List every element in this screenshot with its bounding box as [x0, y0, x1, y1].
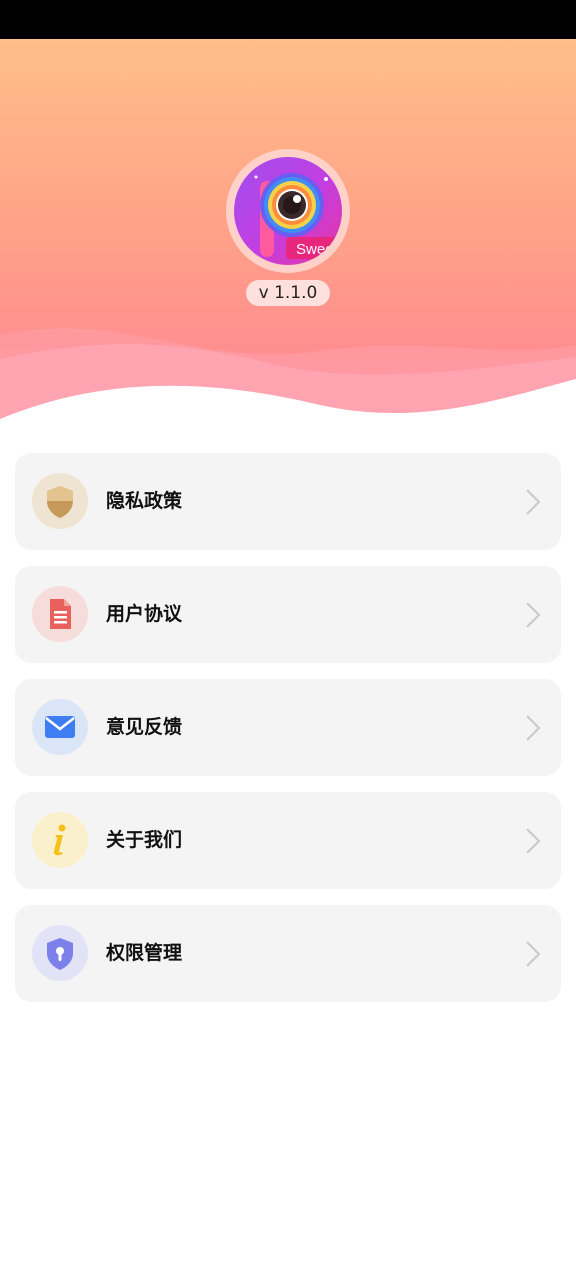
lock-shield-icon	[47, 938, 73, 970]
feedback-icon-wrap	[32, 699, 88, 755]
status-bar	[0, 0, 576, 39]
agreement-icon-wrap	[32, 586, 88, 642]
header-banner: Swee v 1.1.0	[0, 39, 576, 424]
menu-item-permission-management[interactable]: 权限管理	[15, 905, 561, 1002]
permission-icon-wrap	[32, 925, 88, 981]
chevron-right-icon	[526, 828, 541, 854]
chevron-right-icon	[526, 715, 541, 741]
settings-menu: 隐私政策 用户协议 意见反馈 关于我们 权限管理	[15, 453, 561, 1018]
app-logo-ring: Swee	[226, 149, 350, 273]
menu-item-label: 权限管理	[106, 942, 183, 964]
menu-item-label: 用户协议	[106, 603, 183, 625]
menu-item-user-agreement[interactable]: 用户协议	[15, 566, 561, 663]
menu-item-about-us[interactable]: 关于我们	[15, 792, 561, 889]
info-icon	[53, 824, 66, 856]
menu-item-label: 意见反馈	[106, 716, 183, 738]
document-icon	[50, 599, 71, 629]
menu-item-label: 隐私政策	[106, 490, 183, 512]
chevron-right-icon	[526, 941, 541, 967]
mail-icon	[45, 716, 75, 738]
app-logo-text: Swee	[296, 241, 334, 258]
about-icon-wrap	[32, 812, 88, 868]
shield-icon	[47, 486, 73, 518]
menu-item-privacy-policy[interactable]: 隐私政策	[15, 453, 561, 550]
menu-item-feedback[interactable]: 意见反馈	[15, 679, 561, 776]
chevron-right-icon	[526, 489, 541, 515]
settings-screen: Swee v 1.1.0 隐私政策 用户协议 意见反馈 关于我们 权限管理	[0, 0, 576, 1280]
version-badge: v 1.1.0	[246, 280, 330, 306]
chevron-right-icon	[526, 602, 541, 628]
menu-item-label: 关于我们	[106, 829, 183, 851]
app-logo: Swee	[234, 157, 342, 265]
privacy-icon-wrap	[32, 473, 88, 529]
